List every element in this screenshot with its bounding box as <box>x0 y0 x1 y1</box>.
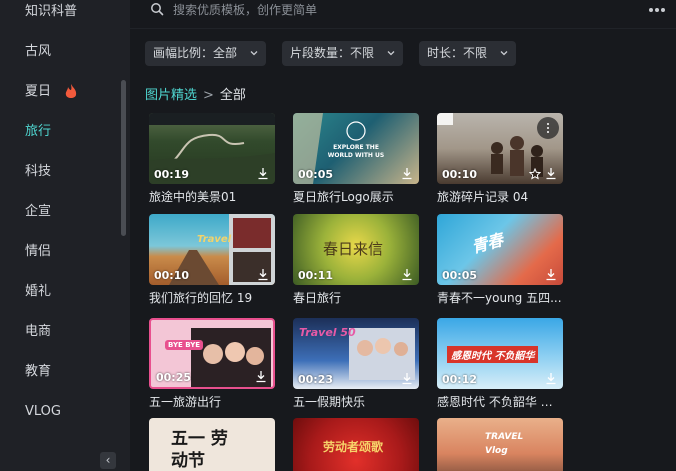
more-options-icon[interactable] <box>649 8 665 12</box>
template-title: 感恩时代 不负韶华 五... <box>437 395 563 409</box>
sidebar-item-ecommerce[interactable]: 电商 <box>25 322 51 342</box>
template-overlay-text: EXPLORE THE WORLD WITH US <box>327 144 385 159</box>
template-thumbnail[interactable]: 00:19 <box>149 113 275 184</box>
duration-label: 00:05 <box>298 168 334 181</box>
template-card[interactable]: 青春 00:05 青春不一young 五四... <box>437 214 563 307</box>
chevron-down-icon <box>250 51 258 56</box>
segment-count-filter[interactable]: 片段数量：不限 <box>282 41 403 66</box>
duration-label: 00:25 <box>156 371 192 384</box>
template-overlay-text: 青春 <box>469 230 506 257</box>
chevron-down-icon <box>500 51 508 56</box>
duration-label: 00:23 <box>298 373 334 386</box>
sidebar-item-wedding[interactable]: 婚礼 <box>25 282 51 302</box>
template-title: 旅途中的美景01 <box>149 190 237 204</box>
download-icon[interactable] <box>401 167 413 180</box>
aspect-ratio-filter[interactable]: 画幅比例：全部 <box>145 41 266 66</box>
breadcrumb-parent-link[interactable]: 图片精选 <box>145 88 197 103</box>
template-thumbnail[interactable]: 青春 00:05 <box>437 214 563 285</box>
search-icon <box>151 3 164 16</box>
duration-label: 00:19 <box>154 168 190 181</box>
download-icon[interactable] <box>401 372 413 385</box>
template-overlay-text: Travel 50 <box>299 326 356 339</box>
duration-label: 00:12 <box>442 373 478 386</box>
template-title: 五一假期快乐 <box>293 395 366 409</box>
template-thumbnail[interactable]: 00:10 <box>437 113 563 184</box>
sidebar: 知识科普 古风 夏日 旅行 科技 企宣 情侣 婚礼 电商 教育 VLOG ‹ <box>0 0 130 471</box>
template-card[interactable]: 五一 劳动节 <box>149 418 275 471</box>
template-thumbnail[interactable]: 春日来信 00:11 <box>293 214 419 285</box>
chevron-down-icon <box>387 51 395 56</box>
breadcrumb: 图片精选 > 全部 <box>145 86 246 106</box>
sidebar-scrollbar[interactable] <box>121 80 126 236</box>
duration-label: 00:10 <box>154 269 190 282</box>
download-icon[interactable] <box>545 372 557 385</box>
template-card[interactable]: 春日来信 00:11 春日旅行 <box>293 214 419 307</box>
duration-label: 00:11 <box>298 269 334 282</box>
segment-count-filter-label: 片段数量：不限 <box>290 46 375 60</box>
template-card[interactable]: EXPLORE THE WORLD WITH US 00:05 夏日旅行Logo… <box>293 113 419 206</box>
template-thumbnail[interactable]: Travel 00:10 <box>149 214 275 285</box>
sidebar-item-couple[interactable]: 情侣 <box>25 242 51 262</box>
duration-label: 00:05 <box>442 269 478 282</box>
download-icon[interactable] <box>257 167 269 180</box>
template-card[interactable]: 感恩时代 不负韶华 00:12 感恩时代 不负韶华 五... <box>437 318 563 411</box>
sidebar-item-education[interactable]: 教育 <box>25 362 51 382</box>
template-title: 春日旅行 <box>293 291 342 305</box>
aspect-ratio-filter-label: 画幅比例：全部 <box>153 46 238 60</box>
template-overlay-text: 五一 劳动节 <box>171 429 228 471</box>
template-thumbnail[interactable]: Travel 50 00:23 <box>293 318 419 389</box>
sidebar-item-knowledge[interactable]: 知识科普 <box>25 2 77 22</box>
template-title: 我们旅行的回忆 19 <box>149 291 253 305</box>
template-thumbnail[interactable]: BYE BYE 00:25 <box>149 318 275 389</box>
duration-label: 00:10 <box>442 168 478 181</box>
template-thumbnail[interactable]: EXPLORE THE WORLD WITH US 00:05 <box>293 113 419 184</box>
template-overlay-text: 春日来信 <box>323 240 384 258</box>
download-icon[interactable] <box>545 268 557 281</box>
duration-filter-label: 时长：不限 <box>427 46 488 60</box>
sidebar-item-enterprise[interactable]: 企宣 <box>25 202 51 222</box>
template-thumbnail[interactable]: 感恩时代 不负韶华 00:12 <box>437 318 563 389</box>
sidebar-item-tech[interactable]: 科技 <box>25 162 51 182</box>
template-card[interactable]: 00:10 旅游碎片记录 04 <box>437 113 563 206</box>
template-thumbnail[interactable]: 五一 劳动节 <box>149 418 275 471</box>
breadcrumb-current: 全部 <box>219 88 246 103</box>
download-icon[interactable] <box>255 370 267 383</box>
sidebar-item-summer[interactable]: 夏日 <box>25 82 51 102</box>
template-title: 旅游碎片记录 04 <box>437 190 529 204</box>
template-overlay-text: 劳动者颂歌 <box>323 440 384 454</box>
template-title: 青春不一young 五四... <box>437 291 562 305</box>
download-icon[interactable] <box>545 167 557 180</box>
download-icon[interactable] <box>257 268 269 281</box>
download-icon[interactable] <box>401 268 413 281</box>
template-overlay-text: BYE BYE <box>165 340 204 350</box>
template-overlay-text: 感恩时代 不负韶华 <box>447 346 539 363</box>
collapse-sidebar-button[interactable]: ‹ <box>100 452 116 469</box>
template-card[interactable]: Travel 00:10 我们旅行的回忆 19 <box>149 214 275 307</box>
template-overlay-text: Travel <box>197 234 232 245</box>
star-icon[interactable] <box>529 168 541 180</box>
sidebar-item-ancient[interactable]: 古风 <box>25 42 51 62</box>
template-overlay-text: TRAVEL Vlog <box>485 432 524 456</box>
template-card[interactable]: Travel 50 00:23 五一假期快乐 <box>293 318 419 411</box>
template-card[interactable]: TRAVEL Vlog <box>437 418 563 471</box>
sidebar-item-vlog[interactable]: VLOG <box>25 402 61 422</box>
sidebar-item-travel[interactable]: 旅行 <box>25 122 51 142</box>
template-title: 夏日旅行Logo展示 <box>293 190 394 204</box>
template-thumbnail[interactable]: TRAVEL Vlog <box>437 418 563 471</box>
topbar-divider <box>130 28 676 29</box>
search-input[interactable]: 搜索优质模板，创作更简单 <box>173 0 317 20</box>
template-title: 五一旅游出行 <box>149 395 222 409</box>
fire-icon <box>65 84 77 98</box>
template-thumbnail[interactable]: 劳动者颂歌 <box>293 418 419 471</box>
template-card[interactable]: 劳动者颂歌 <box>293 418 419 471</box>
duration-filter[interactable]: 时长：不限 <box>419 41 516 66</box>
breadcrumb-separator: > <box>203 88 214 103</box>
template-card[interactable]: BYE BYE 00:25 五一旅游出行 <box>149 318 275 411</box>
template-card[interactable]: 00:19 旅途中的美景01 <box>149 113 275 206</box>
more-options-button[interactable] <box>537 117 559 139</box>
